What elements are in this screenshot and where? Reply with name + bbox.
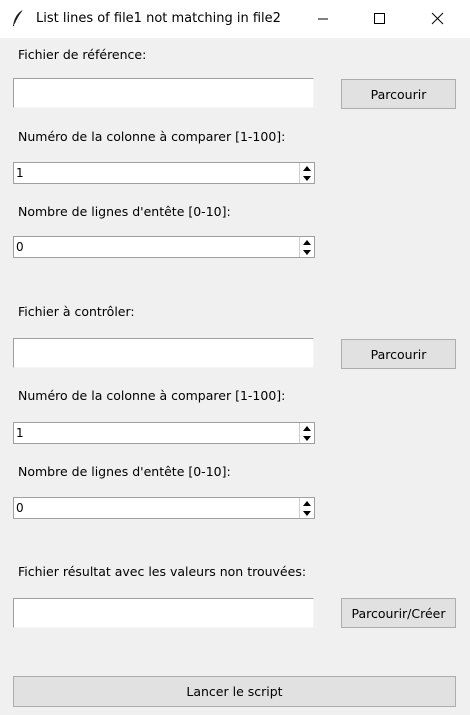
- minimize-icon: [318, 18, 328, 20]
- minimize-button[interactable]: [300, 0, 346, 38]
- spin-up-icon[interactable]: [300, 237, 314, 247]
- spin-down-icon[interactable]: [300, 247, 314, 257]
- reference-file-input[interactable]: [13, 78, 314, 108]
- launch-script-button[interactable]: Lancer le script: [13, 676, 456, 707]
- reference-file-label: Fichier de référence:: [18, 47, 147, 62]
- spin-down-icon[interactable]: [300, 173, 314, 183]
- control-column-value: 1: [16, 426, 24, 440]
- result-file-label: Fichier résultat avec les valeurs non tr…: [18, 564, 307, 579]
- control-header-value: 0: [16, 501, 24, 515]
- feather-icon: [10, 9, 26, 29]
- control-column-label: Numéro de la colonne à comparer [1-100]:: [18, 388, 286, 403]
- maximize-icon: [374, 13, 385, 24]
- control-file-label: Fichier à contrôler:: [18, 304, 135, 319]
- main-panel: Fichier de référence: Parcourir Numéro d…: [0, 38, 470, 715]
- reference-column-value: 1: [16, 166, 24, 180]
- reference-header-value: 0: [16, 240, 24, 254]
- spin-arrows: [299, 498, 314, 518]
- close-button[interactable]: [414, 0, 460, 38]
- reference-column-label: Numéro de la colonne à comparer [1-100]:: [18, 129, 286, 144]
- control-header-spinbox[interactable]: 0: [13, 497, 315, 519]
- reference-column-spinbox[interactable]: 1: [13, 162, 315, 184]
- spin-arrows: [299, 163, 314, 183]
- spin-up-icon[interactable]: [300, 423, 314, 433]
- control-browse-button[interactable]: Parcourir: [341, 339, 456, 369]
- close-icon: [431, 12, 444, 25]
- window-title: List lines of file1 not matching in file…: [36, 11, 281, 26]
- title-bar[interactable]: List lines of file1 not matching in file…: [0, 0, 470, 38]
- result-file-input[interactable]: [13, 598, 314, 628]
- control-column-spinbox[interactable]: 1: [13, 422, 315, 444]
- spin-down-icon[interactable]: [300, 508, 314, 518]
- spin-up-icon[interactable]: [300, 163, 314, 173]
- spin-arrows: [299, 237, 314, 257]
- reference-header-spinbox[interactable]: 0: [13, 236, 315, 258]
- spin-up-icon[interactable]: [300, 498, 314, 508]
- result-browse-create-button[interactable]: Parcourir/Créer: [341, 598, 456, 628]
- reference-browse-button[interactable]: Parcourir: [341, 79, 456, 109]
- spin-down-icon[interactable]: [300, 433, 314, 443]
- reference-header-label: Nombre de lignes d'entête [0-10]:: [18, 204, 231, 219]
- maximize-button[interactable]: [356, 0, 402, 38]
- control-file-input[interactable]: [13, 338, 314, 368]
- control-header-label: Nombre de lignes d'entête [0-10]:: [18, 464, 231, 479]
- spin-arrows: [299, 423, 314, 443]
